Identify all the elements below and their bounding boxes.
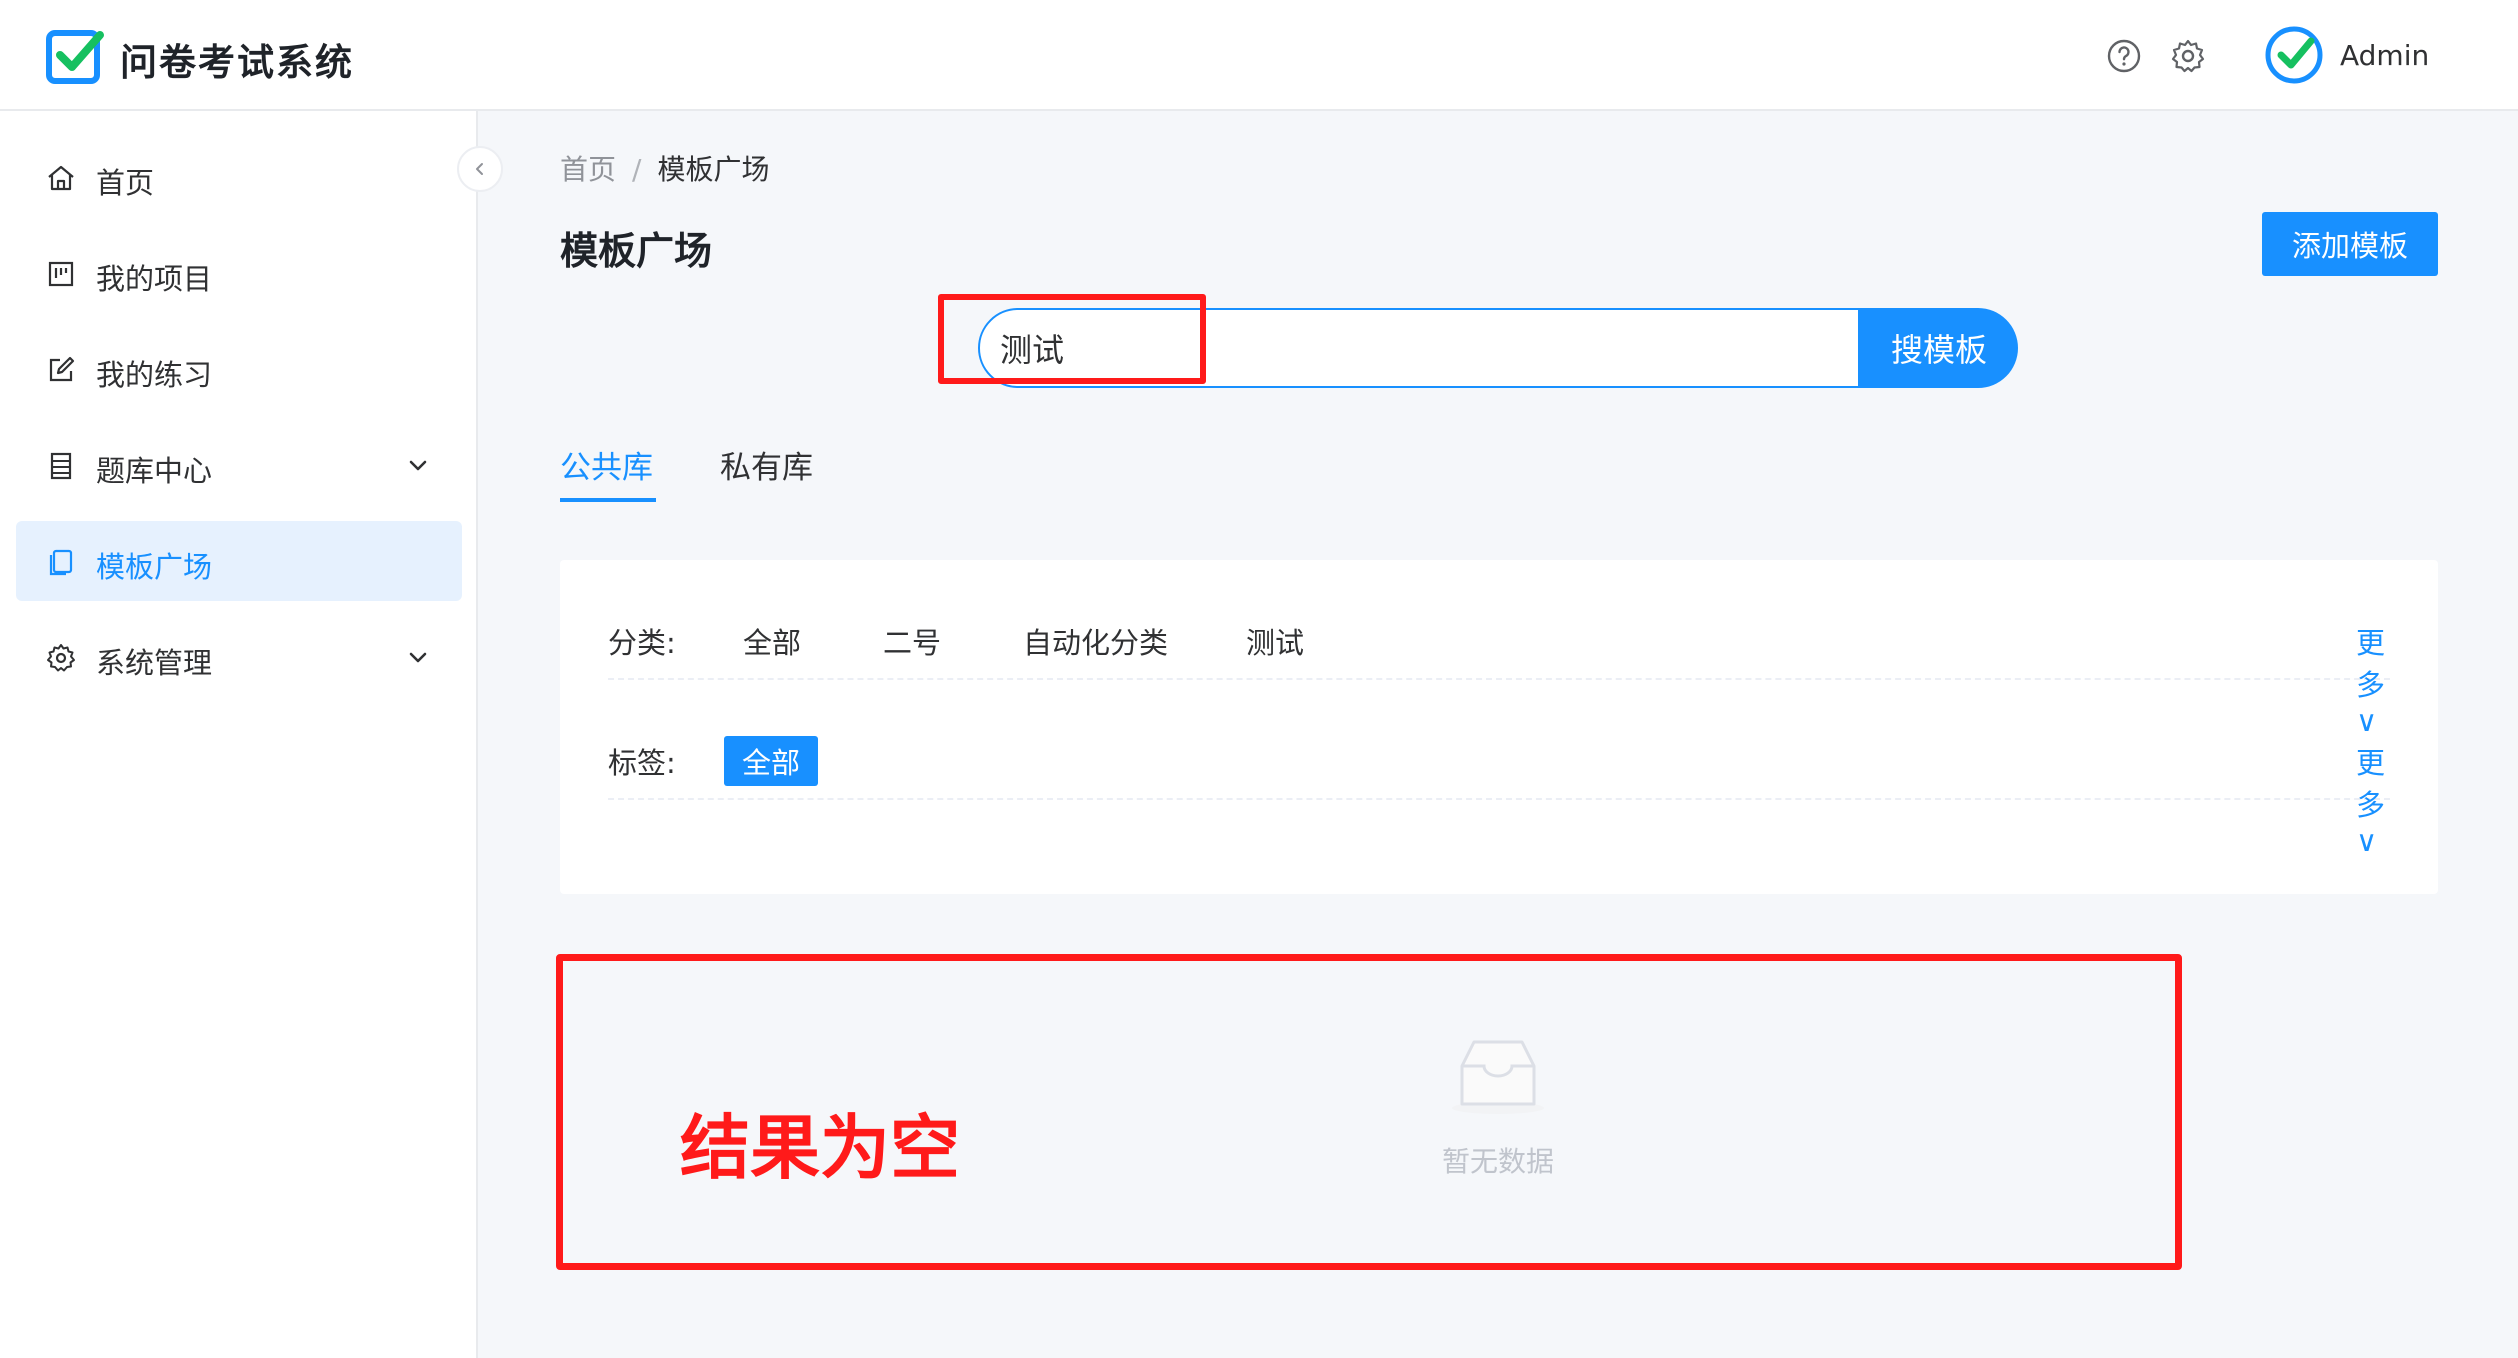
category-option[interactable]: 全部 <box>743 620 801 662</box>
add-template-button[interactable]: 添加模板 <box>2262 212 2438 276</box>
avatar[interactable] <box>2265 26 2323 84</box>
breadcrumb-current: 模板广场 <box>657 153 770 186</box>
breadcrumb: 首页 / 模板广场 <box>560 148 769 188</box>
chevron-down-icon <box>409 652 427 663</box>
chevron-down-icon <box>409 460 427 471</box>
sidebar-item-projects[interactable]: 我的项目 <box>16 233 462 313</box>
tag-filter-row: 标签: 全部 更多∨ <box>608 680 2390 858</box>
sidebar-item-label: 首页 <box>96 166 155 200</box>
sidebar-item-label: 我的项目 <box>96 262 213 296</box>
sidebar-item-label: 我的练习 <box>96 358 213 392</box>
sidebar-item-practice[interactable]: 我的练习 <box>16 329 462 409</box>
sidebar-collapse-button[interactable] <box>457 146 503 192</box>
sidebar-item-label: 模板广场 <box>96 550 213 584</box>
category-filter-row: 分类: 全部 二号 自动化分类 测试 更多∨ <box>608 560 2390 738</box>
empty-inbox-icon <box>1452 1040 1544 1114</box>
tag-more-link[interactable]: 更多∨ <box>2356 740 2390 858</box>
gear-icon <box>47 644 75 672</box>
template-icon <box>49 549 73 576</box>
sidebar-item-label: 题库中心 <box>96 454 213 488</box>
logo-icon <box>46 30 104 84</box>
list-icon <box>50 452 72 480</box>
empty-state-text: 暂无数据 <box>1442 1145 1555 1178</box>
sidebar-item-system[interactable]: 系统管理 <box>16 617 462 697</box>
sidebar-item-templates[interactable]: 模板广场 <box>16 521 462 601</box>
annotation-note: 结果为空 <box>680 1107 960 1189</box>
sidebar-item-label: 系统管理 <box>96 646 213 680</box>
sidebar: 首页 我的项目 我的练习 题库中心 模板广场 系统管理 <box>0 111 478 1358</box>
sidebar-item-home[interactable]: 首页 <box>16 137 462 217</box>
tab-public-library[interactable]: 公共库 <box>560 442 653 487</box>
edit-icon <box>49 356 75 382</box>
chevron-left-icon <box>476 163 483 175</box>
category-option[interactable]: 二号 <box>883 620 941 662</box>
top-header: 问卷考试系统 Admin <box>0 0 2518 111</box>
breadcrumb-home[interactable]: 首页 <box>560 153 616 186</box>
category-label: 分类: <box>608 626 676 660</box>
tab-private-library[interactable]: 私有库 <box>720 442 813 487</box>
search-highlight-annotation <box>938 294 1206 384</box>
username[interactable]: Admin <box>2340 39 2429 72</box>
project-icon <box>48 261 74 287</box>
search-button[interactable]: 搜模板 <box>1860 308 2018 388</box>
gear-icon[interactable] <box>2170 38 2206 74</box>
active-tab-indicator <box>560 498 656 502</box>
category-option[interactable]: 测试 <box>1246 620 1304 662</box>
tag-option-active[interactable]: 全部 <box>724 736 819 786</box>
tag-label: 标签: <box>608 746 676 780</box>
help-icon[interactable] <box>2106 38 2142 74</box>
page-title: 模板广场 <box>560 229 713 273</box>
breadcrumb-separator: / <box>632 153 642 186</box>
home-icon <box>48 165 74 191</box>
filter-panel: 分类: 全部 二号 自动化分类 测试 更多∨ 标签: 全部 更多∨ <box>560 560 2438 894</box>
app-title: 问卷考试系统 <box>120 41 354 84</box>
category-option[interactable]: 自动化分类 <box>1023 620 1168 662</box>
sidebar-item-question-bank[interactable]: 题库中心 <box>16 425 462 505</box>
